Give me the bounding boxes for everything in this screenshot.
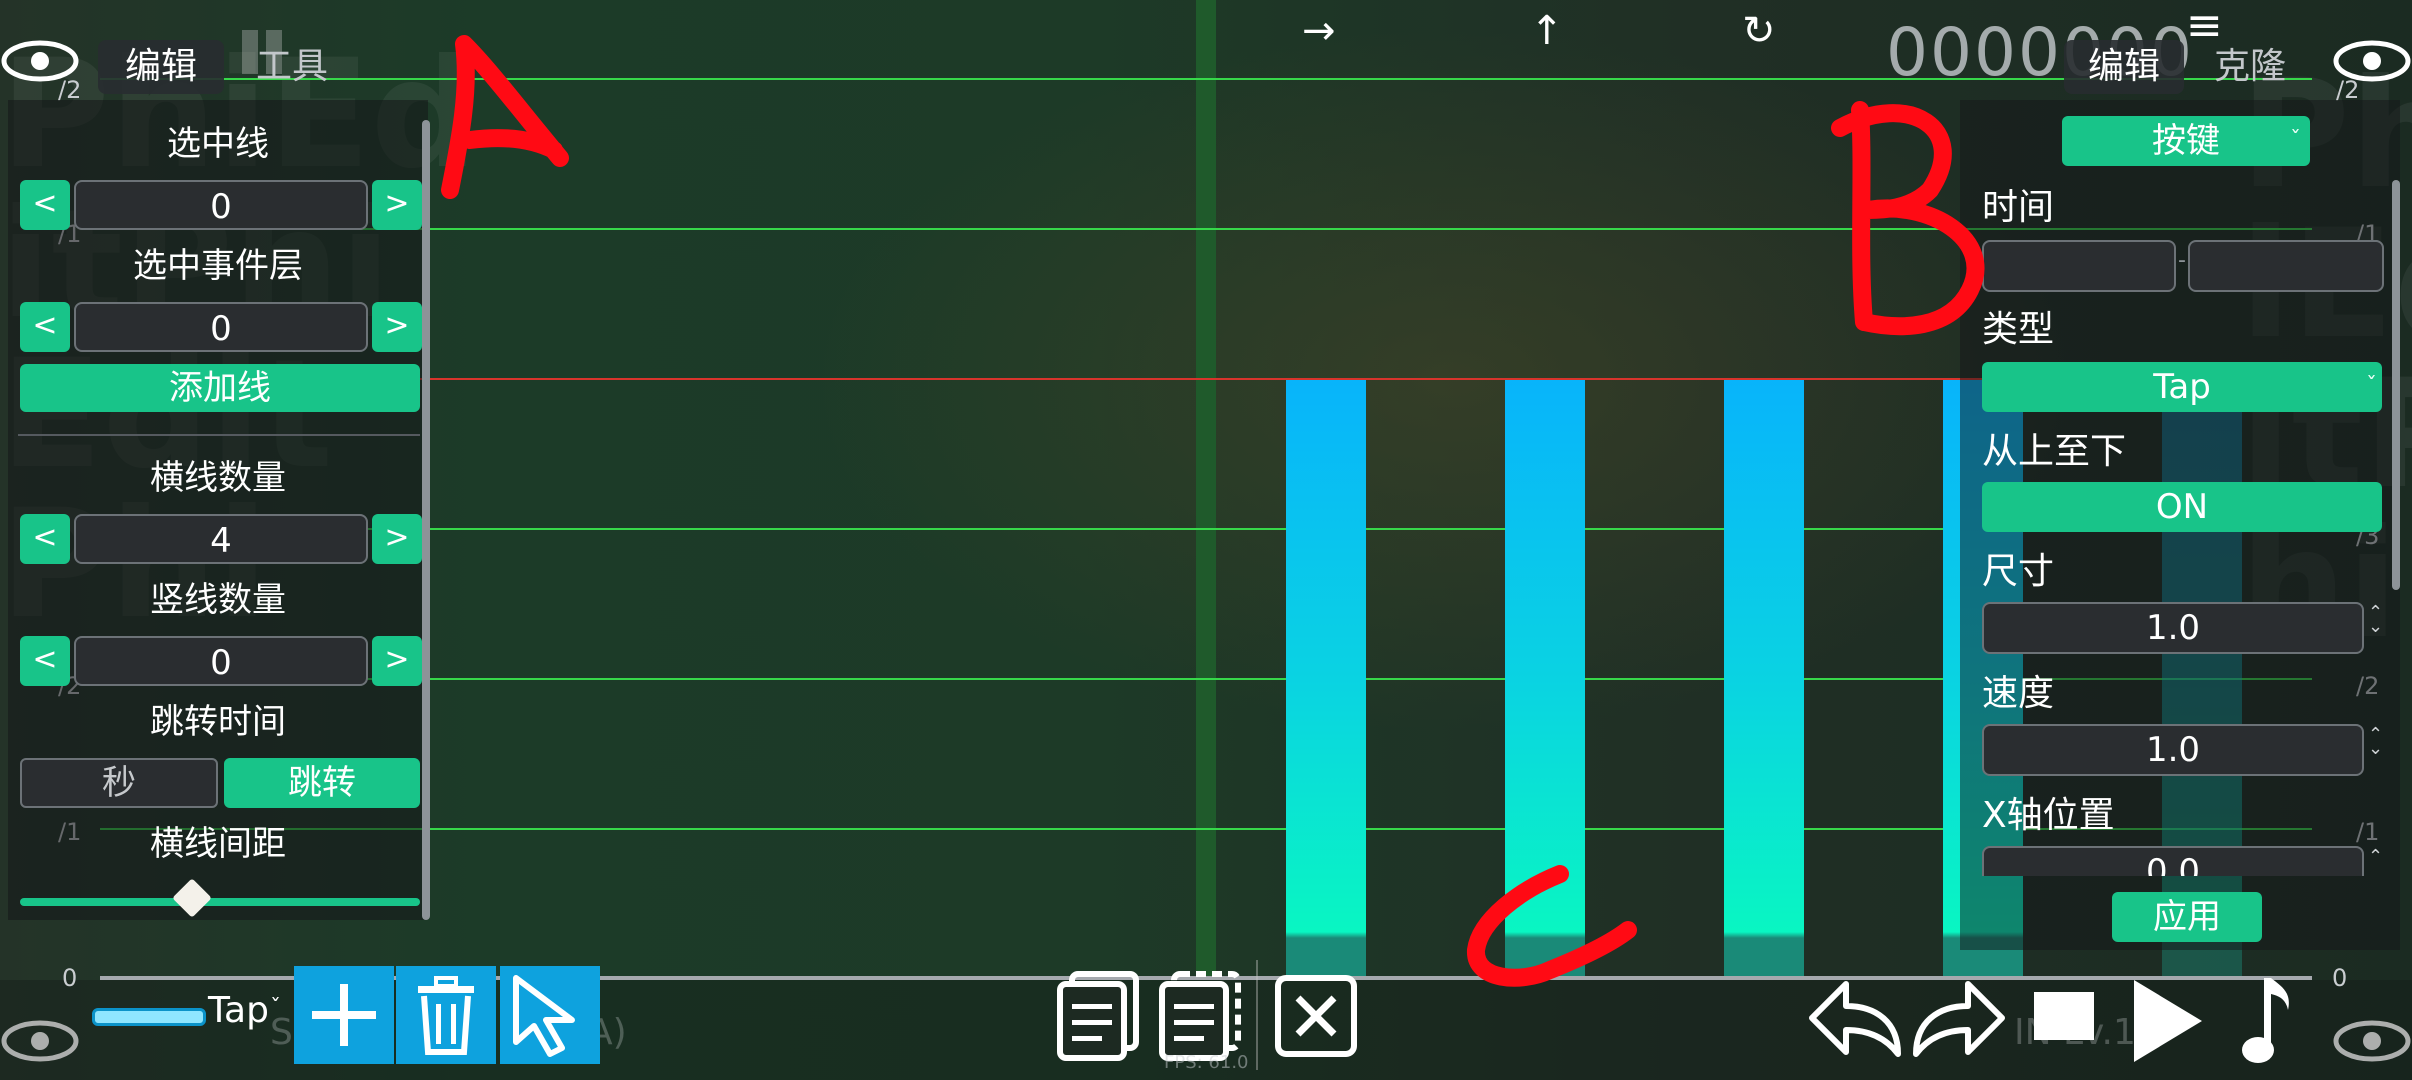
add-line-button[interactable]: 添加线 [20, 364, 420, 412]
music-note-icon[interactable] [2236, 972, 2296, 1068]
top-down-toggle[interactable]: ON [1982, 482, 2382, 532]
type-label: 类型 [1982, 309, 2055, 350]
time-end-field[interactable] [2188, 240, 2384, 292]
timeline-start-marker: 0 [62, 964, 78, 992]
add-note-button[interactable] [294, 966, 394, 1064]
fps-counter: FPS: 61.0 [1164, 1052, 1249, 1073]
apply-button[interactable]: 应用 [2112, 892, 2262, 942]
select-layer-label: 选中事件层 [133, 246, 303, 286]
delete-note-button[interactable] [396, 966, 496, 1064]
xpos-field[interactable]: 0.0 [1982, 846, 2364, 876]
stop-icon[interactable] [2034, 992, 2094, 1040]
rotate-icon[interactable]: ↻ [1742, 8, 1776, 54]
select-layer-next-button[interactable]: > [372, 302, 422, 352]
trash-icon [418, 976, 474, 1055]
xpos-spinner-icon[interactable]: ⌃ [2368, 848, 2383, 866]
speed-spinner-icon[interactable]: ⌃ ⌄ [2368, 726, 2383, 758]
select-line-next-button[interactable]: > [372, 180, 422, 230]
time-separator: - [2178, 248, 2186, 273]
speed-label: 速度 [1982, 673, 2055, 714]
xpos-field-clip: 0.0 [1982, 846, 2364, 876]
clear-selection-icon[interactable] [1274, 974, 1358, 1058]
mode-select[interactable]: 按键 [2062, 116, 2310, 166]
tab-clone[interactable]: 克隆 [2190, 40, 2310, 94]
cursor-icon [513, 975, 575, 1057]
type-select[interactable]: Tap [1982, 362, 2382, 412]
hlines-prev-button[interactable]: < [20, 514, 70, 564]
undo-icon[interactable] [1806, 972, 1906, 1062]
tab-tools[interactable]: 工具 [232, 40, 352, 94]
cut-icon[interactable] [1158, 970, 1242, 1062]
vlines-next-button[interactable]: > [372, 636, 422, 686]
plus-icon [312, 984, 376, 1046]
right-panel-scrollbar[interactable] [2392, 180, 2400, 590]
hold-note[interactable] [1505, 380, 1585, 980]
panel-divider [18, 434, 420, 436]
tab-edit-right[interactable]: 编辑 [2064, 40, 2184, 94]
move-right-icon[interactable]: → [1302, 8, 1336, 54]
tab-edit-left[interactable]: 编辑 [98, 40, 224, 94]
song-title-partial: S [270, 1012, 293, 1053]
seconds-toggle[interactable]: 秒 [20, 758, 218, 808]
time-label: 时间 [1982, 187, 2055, 228]
chevron-down-icon: ˇ [2366, 374, 2377, 399]
select-line-prev-button[interactable]: < [20, 180, 70, 230]
vlines-label: 竖线数量 [150, 580, 286, 620]
timeline-end-marker: 0 [2332, 964, 2348, 992]
note-type-label[interactable]: Tap [208, 990, 269, 1031]
hold-note[interactable] [1724, 380, 1804, 980]
redo-icon[interactable] [1908, 972, 2008, 1062]
hlines-next-button[interactable]: > [372, 514, 422, 564]
toolbar-divider [1256, 960, 1258, 1070]
eye-icon[interactable] [2332, 36, 2412, 86]
eye-icon[interactable] [0, 36, 80, 86]
hline-spacing-label: 横线间距 [150, 824, 286, 864]
move-up-icon[interactable]: ↑ [1530, 8, 1564, 54]
vlines-value[interactable]: 0 [74, 636, 368, 686]
play-icon[interactable] [2130, 976, 2206, 1066]
size-label: 尺寸 [1982, 551, 2055, 592]
copy-icon[interactable] [1056, 970, 1140, 1062]
tap-note-preview-icon [92, 1008, 206, 1026]
top-down-label: 从上至下 [1982, 431, 2127, 472]
select-tool-button[interactable] [500, 966, 600, 1064]
jump-time-label: 跳转时间 [150, 702, 286, 742]
select-line-label: 选中线 [167, 124, 269, 164]
vlines-prev-button[interactable]: < [20, 636, 70, 686]
judgement-line-vertical [1196, 0, 1216, 980]
jump-button[interactable]: 跳转 [224, 758, 420, 808]
select-layer-prev-button[interactable]: < [20, 302, 70, 352]
hlines-value[interactable]: 4 [74, 514, 368, 564]
size-field[interactable]: 1.0 [1982, 602, 2364, 654]
hline-spacing-slider[interactable] [20, 898, 420, 906]
time-start-field[interactable] [1982, 240, 2176, 292]
select-line-value[interactable]: 0 [74, 180, 368, 230]
chevron-down-icon: ˇ [2290, 128, 2301, 153]
size-spinner-icon[interactable]: ⌃ ⌄ [2368, 604, 2383, 636]
hold-note[interactable] [1286, 380, 1366, 980]
speed-field[interactable]: 1.0 [1982, 724, 2364, 776]
xpos-label: X轴位置 [1982, 795, 2115, 836]
hlines-label: 横线数量 [150, 458, 286, 498]
select-layer-value[interactable]: 0 [74, 302, 368, 352]
